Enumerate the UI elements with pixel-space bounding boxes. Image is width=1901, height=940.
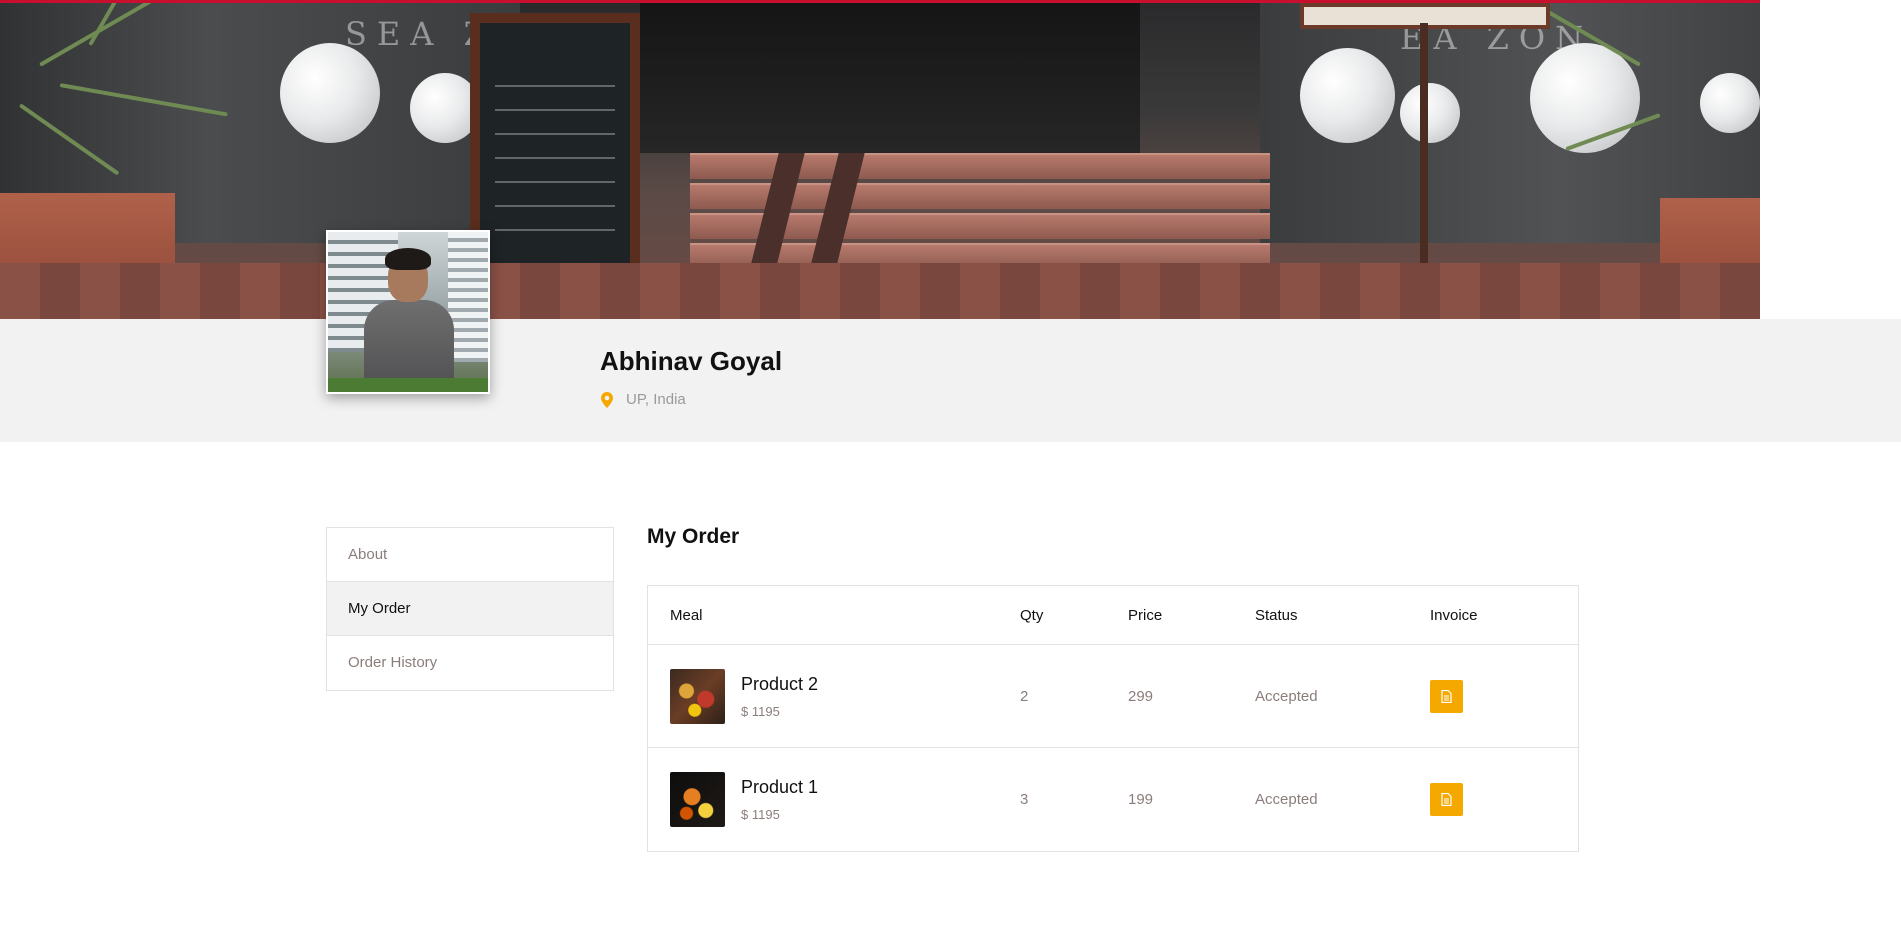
column-header-qty: Qty xyxy=(1020,606,1044,624)
product-thumbnail xyxy=(670,772,725,827)
map-pin-icon xyxy=(601,391,613,408)
sidebar-item-about[interactable]: About xyxy=(327,528,613,582)
column-header-status: Status xyxy=(1255,606,1298,624)
invoice-cell xyxy=(1430,679,1578,713)
meal-cell: Product 2 $ 1195 xyxy=(648,668,1020,724)
profile-name: Abhinav Goyal xyxy=(600,346,783,376)
product-subtotal: $ 1195 xyxy=(741,807,780,822)
sidebar-item-my-order[interactable]: My Order xyxy=(327,582,613,636)
product-name: Product 2 xyxy=(741,673,819,694)
table-row: Product 1 $ 1195 3 199 Accepted xyxy=(648,748,1578,851)
qty-cell: 2 xyxy=(1020,687,1029,705)
product-thumbnail xyxy=(670,668,725,724)
price-cell: 199 xyxy=(1128,791,1154,808)
status-cell: Accepted xyxy=(1255,687,1318,705)
product-name: Product 1 xyxy=(741,777,819,797)
file-icon xyxy=(1441,793,1452,806)
column-header-meal: Meal xyxy=(670,606,703,624)
avatar xyxy=(326,230,490,394)
meal-cell: Product 1 $ 1195 xyxy=(648,772,1020,827)
product-subtotal: $ 1195 xyxy=(741,703,780,719)
invoice-cell xyxy=(1430,783,1578,816)
profile-location: UP, India xyxy=(600,391,686,408)
profile-header xyxy=(0,319,1901,442)
column-header-invoice: Invoice xyxy=(1430,606,1478,624)
column-header-price: Price xyxy=(1128,606,1163,624)
invoice-button[interactable] xyxy=(1430,679,1463,713)
table-row: Product 2 $ 1195 2 299 Accepted xyxy=(648,645,1578,748)
page-title: My Order xyxy=(647,525,740,548)
location-text: UP, India xyxy=(626,391,686,408)
orders-table: Meal Qty Price Status Invoice Product 2 … xyxy=(647,585,1579,852)
cover-photo: SEA Z EA ZON xyxy=(0,3,1760,319)
file-icon xyxy=(1441,689,1452,703)
price-cell: 299 xyxy=(1128,687,1154,705)
sidebar-item-order-history[interactable]: Order History xyxy=(327,636,613,690)
invoice-button[interactable] xyxy=(1430,783,1463,816)
account-sidebar: About My Order Order History xyxy=(326,527,614,691)
status-cell: Accepted xyxy=(1255,791,1318,808)
qty-cell: 3 xyxy=(1020,791,1029,808)
table-header: Meal Qty Price Status Invoice xyxy=(648,586,1578,645)
